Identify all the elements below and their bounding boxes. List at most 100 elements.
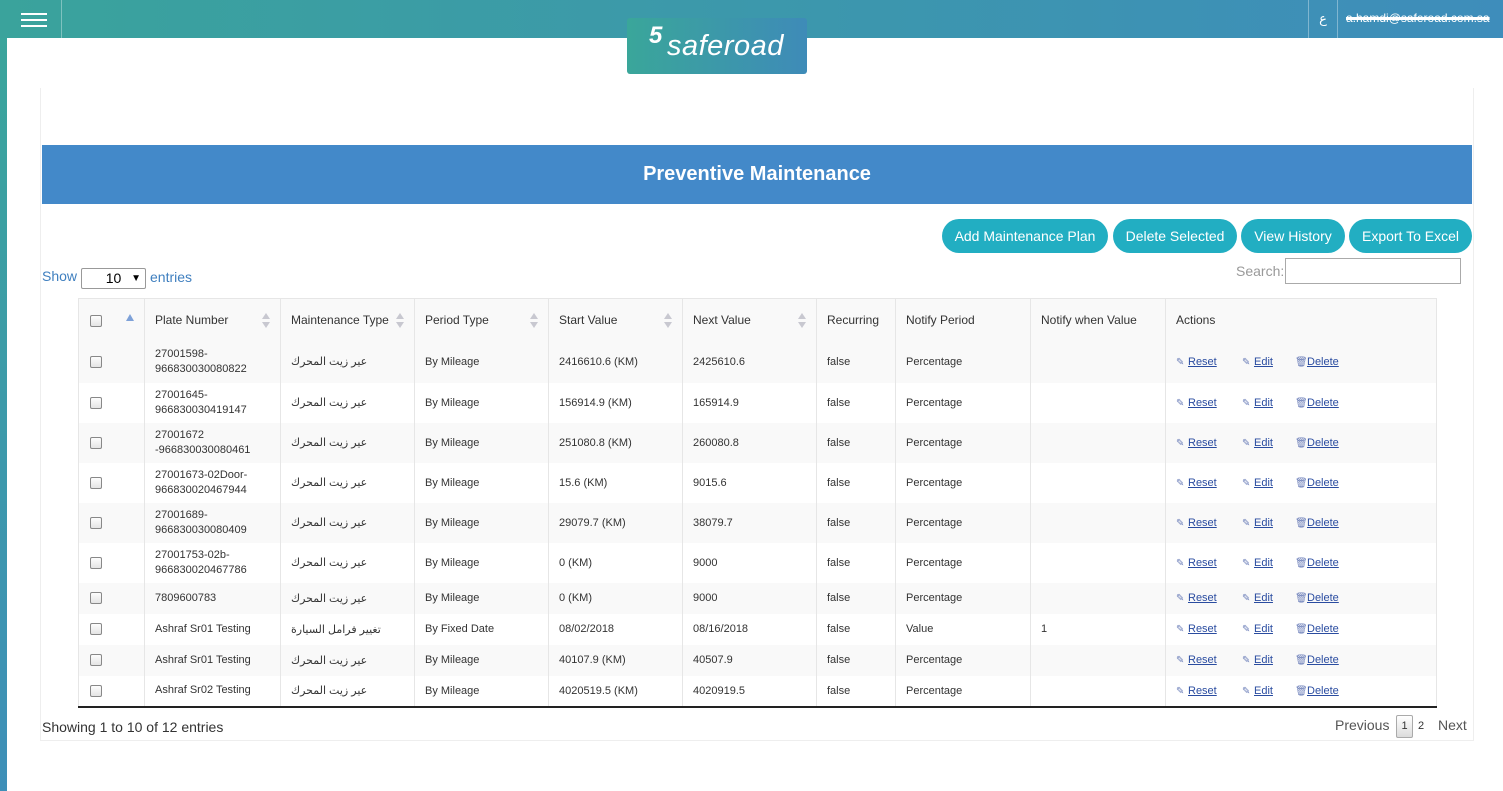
page-button-current[interactable]: 1 <box>1396 715 1413 738</box>
select-all-checkbox[interactable] <box>90 314 102 327</box>
select-all-header <box>78 298 145 341</box>
edit-link[interactable]: ✎ Edit <box>1242 477 1273 489</box>
trash-icon: 🗑 <box>1295 624 1308 635</box>
edit-link[interactable]: ✎ Edit <box>1242 397 1273 409</box>
header-plate-number[interactable]: Plate Number <box>144 298 281 341</box>
edit-square-icon: ✎ <box>1242 655 1251 666</box>
trash-icon: 🗑 <box>1295 593 1308 604</box>
logo-mark-icon: 5 <box>649 22 663 49</box>
actions-cell: ✎ Reset ✎ Edit 🗑Delete <box>1165 422 1437 463</box>
header-period-type[interactable]: Period Type <box>414 298 549 341</box>
export-to-excel-button[interactable]: Export To Excel <box>1349 219 1472 253</box>
saferoad-logo[interactable]: 5 saferoad <box>627 18 807 74</box>
period-type-cell: By Mileage <box>414 582 549 614</box>
edit-link[interactable]: ✎ Edit <box>1242 557 1273 569</box>
reset-link[interactable]: ✎ Reset <box>1176 437 1217 449</box>
row-select-cell <box>78 675 145 708</box>
reset-link[interactable]: ✎ Reset <box>1176 623 1217 635</box>
row-checkbox[interactable] <box>90 396 102 409</box>
entries-length-select[interactable]: 10 ▼ <box>81 268 146 289</box>
reset-link[interactable]: ✎ Reset <box>1176 592 1217 604</box>
delete-link[interactable]: 🗑Delete <box>1295 623 1339 635</box>
entries-length-control: Show 10 ▼ entries <box>42 268 192 289</box>
row-checkbox[interactable] <box>90 476 102 489</box>
sort-icon[interactable] <box>798 313 806 329</box>
search-input[interactable] <box>1285 258 1461 284</box>
reset-link[interactable]: ✎ Reset <box>1176 654 1217 666</box>
view-history-button[interactable]: View History <box>1241 219 1345 253</box>
delete-selected-button[interactable]: Delete Selected <box>1113 219 1237 253</box>
edit-link[interactable]: ✎ Edit <box>1242 517 1273 529</box>
header-maintenance-type[interactable]: Maintenance Type <box>280 298 415 341</box>
row-select-cell <box>78 613 145 645</box>
actions-cell: ✎ Reset ✎ Edit 🗑Delete <box>1165 382 1437 423</box>
delete-link[interactable]: 🗑Delete <box>1295 517 1339 529</box>
plate-number-cell: 27001673-02Door-966830020467944 <box>144 462 281 503</box>
edit-link[interactable]: ✎ Edit <box>1242 685 1273 697</box>
next-value-cell: 2425610.6 <box>682 340 817 383</box>
sort-asc-icon[interactable] <box>126 314 134 321</box>
reset-link[interactable]: ✎ Reset <box>1176 557 1217 569</box>
row-checkbox[interactable] <box>90 654 102 667</box>
edit-link[interactable]: ✎ Edit <box>1242 437 1273 449</box>
delete-link[interactable]: 🗑Delete <box>1295 356 1339 368</box>
next-value-cell: 9000 <box>682 582 817 614</box>
edit-square-icon: ✎ <box>1242 624 1251 635</box>
delete-link[interactable]: 🗑Delete <box>1295 654 1339 666</box>
actions-cell: ✎ Reset ✎ Edit 🗑Delete <box>1165 462 1437 503</box>
header-recurring[interactable]: Recurring <box>816 298 896 341</box>
delete-link[interactable]: 🗑Delete <box>1295 437 1339 449</box>
row-checkbox[interactable] <box>90 623 102 636</box>
row-checkbox[interactable] <box>90 355 102 368</box>
sort-icon[interactable] <box>396 313 404 329</box>
delete-link[interactable]: 🗑Delete <box>1295 397 1339 409</box>
edit-link[interactable]: ✎ Edit <box>1242 592 1273 604</box>
period-type-cell: By Mileage <box>414 502 549 543</box>
row-checkbox[interactable] <box>90 516 102 529</box>
sort-icon[interactable] <box>262 313 270 329</box>
reset-link[interactable]: ✎ Reset <box>1176 356 1217 368</box>
search-label: Search: <box>1236 263 1285 279</box>
hamburger-menu-button[interactable] <box>0 0 62 38</box>
maintenance-type-cell: عير زيت المحرك <box>280 422 415 463</box>
reset-link[interactable]: ✎ Reset <box>1176 477 1217 489</box>
row-checkbox[interactable] <box>90 436 102 449</box>
delete-link[interactable]: 🗑Delete <box>1295 557 1339 569</box>
header-start-value[interactable]: Start Value <box>548 298 683 341</box>
edit-link[interactable]: ✎ Edit <box>1242 654 1273 666</box>
page-title: Preventive Maintenance <box>42 145 1472 204</box>
language-toggle[interactable]: ع <box>1308 0 1338 38</box>
row-checkbox[interactable] <box>90 556 102 569</box>
sort-icon[interactable] <box>530 313 538 329</box>
period-type-cell: By Mileage <box>414 340 549 383</box>
row-checkbox[interactable] <box>90 592 102 605</box>
reset-link[interactable]: ✎ Reset <box>1176 517 1217 529</box>
recurring-cell: false <box>816 422 896 463</box>
page-button-2[interactable]: 2 <box>1418 720 1424 732</box>
maintenance-type-cell: تغيير فرامل السيارة <box>280 613 415 645</box>
sort-icon[interactable] <box>664 313 672 329</box>
next-value-cell: 260080.8 <box>682 422 817 463</box>
header-next-value[interactable]: Next Value <box>682 298 817 341</box>
user-account-menu[interactable]: a.hamdi@saferoad.com.sa <box>1346 0 1490 38</box>
plate-number-cell: 7809600783 <box>144 582 281 614</box>
edit-link[interactable]: ✎ Edit <box>1242 623 1273 635</box>
row-checkbox[interactable] <box>90 684 102 697</box>
reset-link[interactable]: ✎ Reset <box>1176 685 1217 697</box>
start-value-cell: 15.6 (KM) <box>548 462 683 503</box>
previous-page-button[interactable]: Previous <box>1335 717 1389 733</box>
add-maintenance-plan-button[interactable]: Add Maintenance Plan <box>942 219 1108 253</box>
recurring-cell: false <box>816 613 896 645</box>
notify-value-cell <box>1030 542 1166 583</box>
delete-link[interactable]: 🗑Delete <box>1295 477 1339 489</box>
notify-value-cell <box>1030 382 1166 423</box>
delete-link[interactable]: 🗑Delete <box>1295 592 1339 604</box>
reset-link[interactable]: ✎ Reset <box>1176 397 1217 409</box>
delete-link[interactable]: 🗑Delete <box>1295 685 1339 697</box>
header-notify-period[interactable]: Notify Period <box>895 298 1031 341</box>
edit-link[interactable]: ✎ Edit <box>1242 356 1273 368</box>
next-page-button[interactable]: Next <box>1438 717 1467 733</box>
actions-cell: ✎ Reset ✎ Edit 🗑Delete <box>1165 340 1437 383</box>
plate-number-cell: 27001645-966830030419147 <box>144 382 281 423</box>
header-notify-when-value[interactable]: Notify when Value <box>1030 298 1166 341</box>
